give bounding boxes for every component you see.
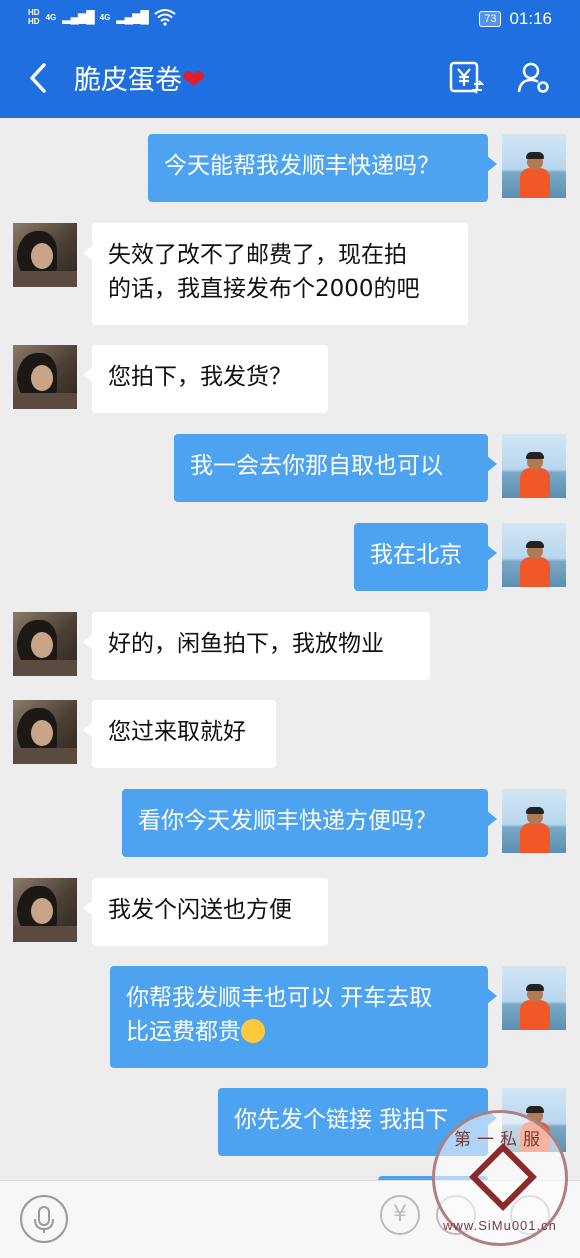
message-bubble-received[interactable]: 我发个闪送也方便 bbox=[83, 878, 328, 946]
contact-avatar[interactable] bbox=[13, 223, 77, 287]
my-avatar[interactable] bbox=[502, 789, 566, 853]
message-bubble-sent[interactable]: 我在北京 bbox=[354, 523, 497, 591]
watermark-logo-icon bbox=[469, 1143, 537, 1211]
yen-transfer-icon[interactable] bbox=[448, 60, 484, 96]
message-bubble-sent[interactable]: 你帮我发顺丰也可以 开车去取 比运费都贵 bbox=[110, 966, 497, 1068]
user-settings-icon[interactable] bbox=[516, 60, 552, 96]
heart-icon: ❤ bbox=[182, 63, 206, 96]
message-list[interactable]: 今天能帮我发顺丰快递吗？ 失效了改不了邮费了，现在拍 的话，我直接发布个2000… bbox=[0, 118, 580, 1180]
message-text: 你帮我发顺丰也可以 开车去取 比运费都贵 bbox=[126, 985, 433, 1045]
wifi-icon bbox=[154, 9, 176, 26]
message-input[interactable] bbox=[84, 1193, 368, 1247]
message-bubble-sent[interactable]: 今天能帮我发顺丰快递吗？ bbox=[148, 134, 497, 202]
hd-badge-2: HD bbox=[28, 17, 40, 26]
contact-name: 脆皮蛋卷 bbox=[74, 65, 182, 96]
message-bubble-received[interactable]: 您过来取就好 bbox=[83, 700, 276, 768]
status-right: 73 01:16 bbox=[479, 9, 552, 29]
message-bubble-sent[interactable]: 我一会去你那自取也可以 bbox=[174, 434, 497, 502]
contact-avatar[interactable] bbox=[13, 878, 77, 942]
my-avatar[interactable] bbox=[502, 434, 566, 498]
message-bubble-sent[interactable]: 看你今天发顺丰快递方便吗？ bbox=[122, 789, 497, 857]
smiling-face-emoji bbox=[241, 1019, 265, 1043]
chevron-left-icon[interactable] bbox=[24, 60, 54, 96]
clock: 01:16 bbox=[509, 9, 552, 28]
network-type-2: 4G bbox=[99, 12, 111, 22]
hd-indicators: HD HD bbox=[28, 8, 40, 26]
message-bubble-received[interactable]: 您拍下，我发货？ bbox=[83, 345, 328, 413]
contact-avatar[interactable] bbox=[13, 345, 77, 409]
status-left: HD HD 4G ▂▄▆█ 4G ▂▄▆█ bbox=[28, 8, 176, 26]
page-title: 脆皮蛋卷❤ bbox=[74, 62, 205, 99]
my-avatar[interactable] bbox=[502, 134, 566, 198]
hd-badge-1: HD bbox=[28, 8, 40, 17]
status-bar: HD HD 4G ▂▄▆█ 4G ▂▄▆█ 73 01:16 bbox=[0, 0, 580, 40]
signal-icon-1: ▂▄▆█ bbox=[62, 10, 94, 24]
yen-icon[interactable]: ¥ bbox=[380, 1195, 420, 1235]
my-avatar[interactable] bbox=[502, 966, 566, 1030]
chat-header: 脆皮蛋卷❤ bbox=[0, 40, 580, 118]
message-bubble-received[interactable]: 好的，闲鱼拍下，我放物业 bbox=[83, 612, 430, 680]
battery-indicator: 73 bbox=[479, 11, 502, 27]
signal-icon-2: ▂▄▆█ bbox=[116, 10, 148, 24]
watermark-bottom-text: www.SiMu001.cn bbox=[443, 1218, 557, 1233]
network-type-1: 4G bbox=[45, 12, 57, 22]
contact-avatar[interactable] bbox=[13, 612, 77, 676]
message-bubble-received[interactable]: 失效了改不了邮费了，现在拍 的话，我直接发布个2000的吧 bbox=[83, 223, 468, 325]
watermark-stamp: 第一私服 www.SiMu001.cn bbox=[432, 1110, 568, 1246]
my-avatar[interactable] bbox=[502, 523, 566, 587]
microphone-icon[interactable] bbox=[20, 1195, 68, 1243]
contact-avatar[interactable] bbox=[13, 700, 77, 764]
